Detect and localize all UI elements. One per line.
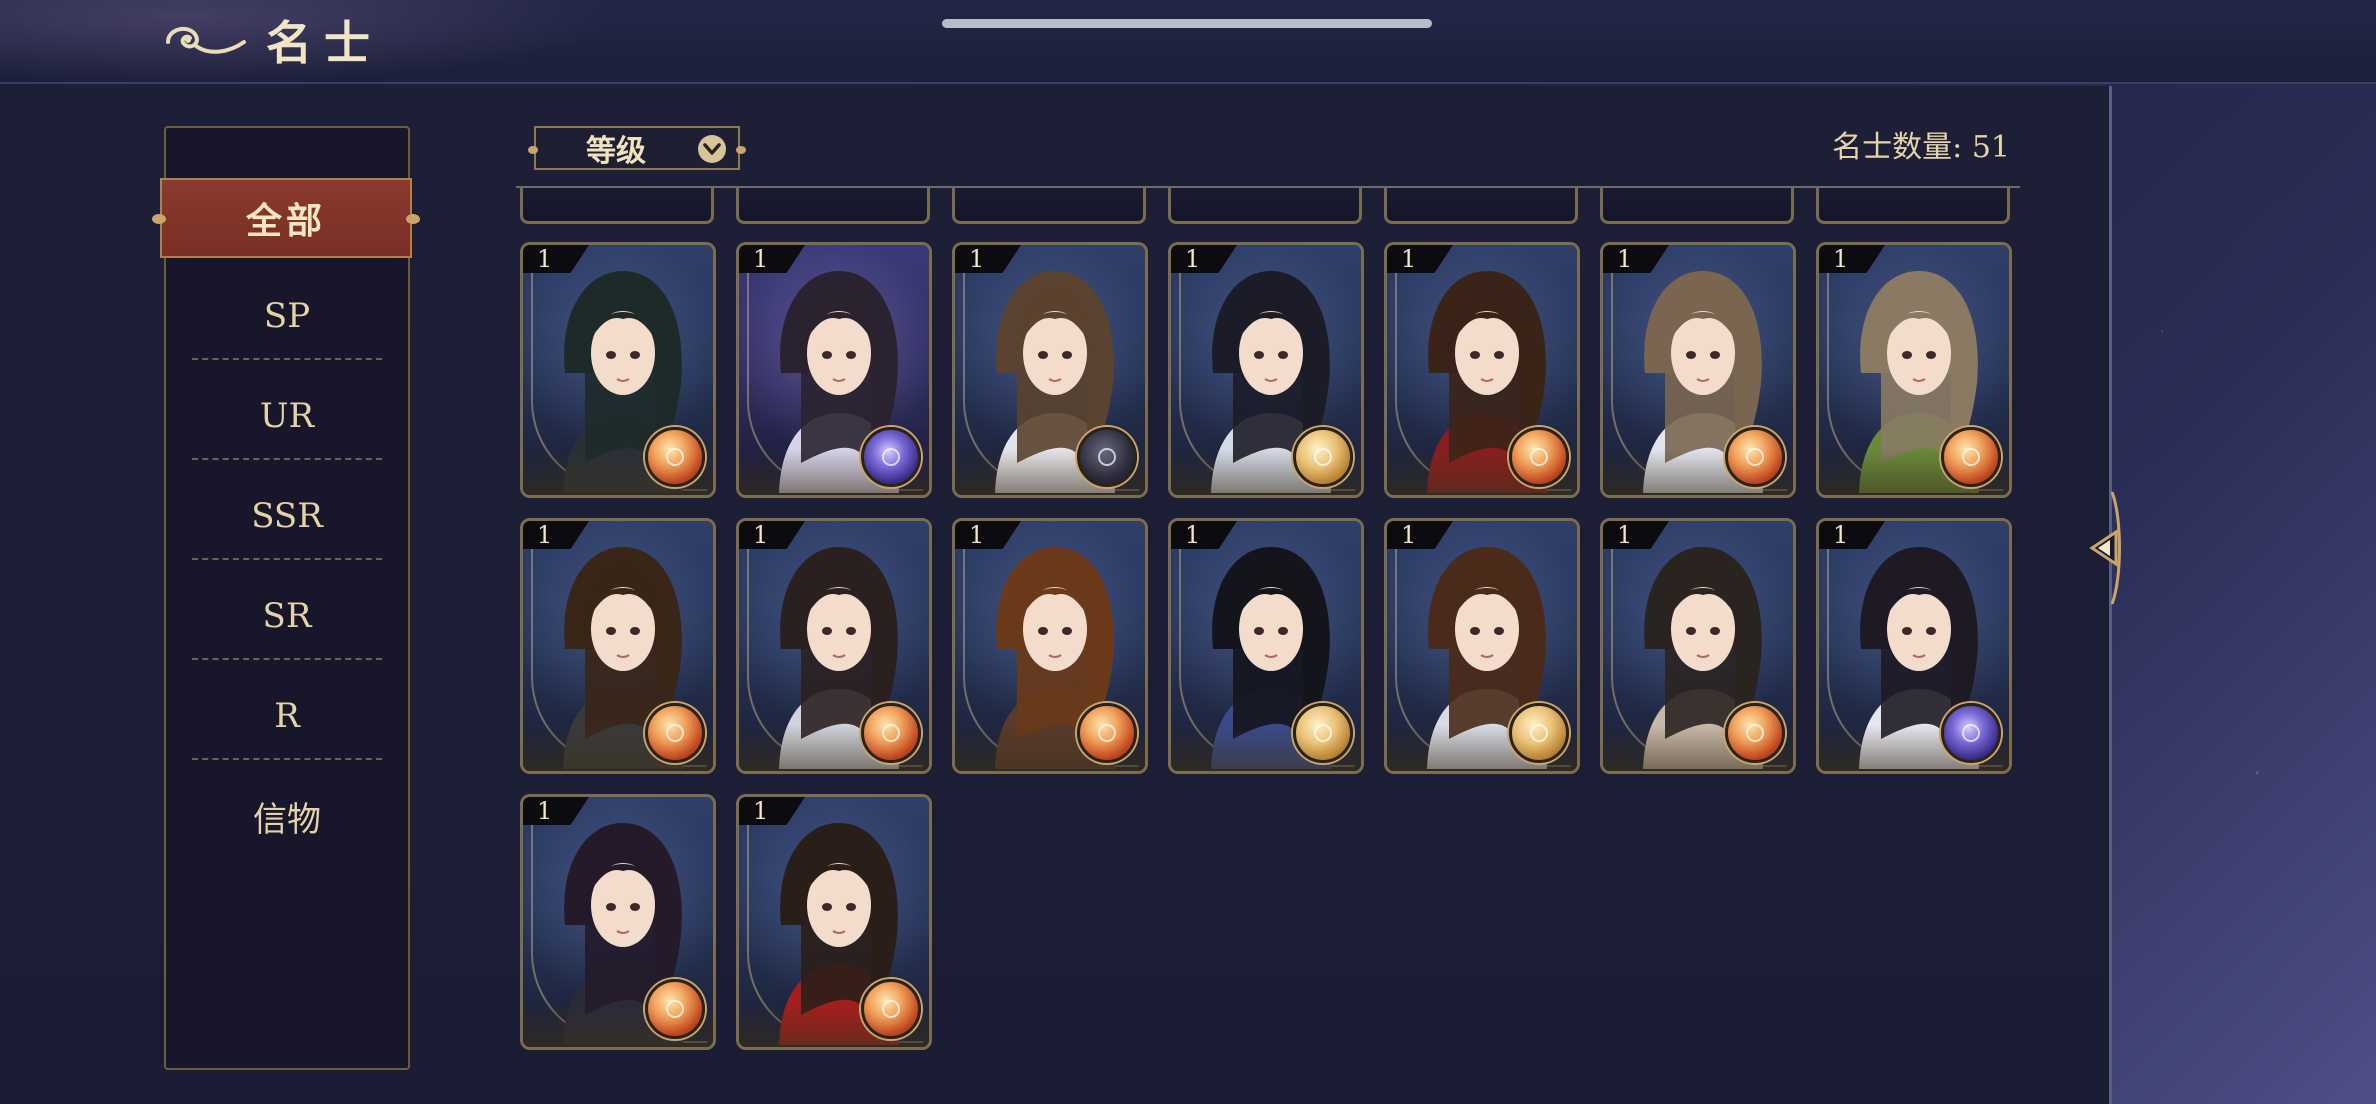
chevron-down-icon[interactable] bbox=[698, 135, 726, 163]
orb-mark bbox=[1098, 724, 1116, 742]
divider bbox=[192, 658, 382, 660]
orb-mark bbox=[1746, 724, 1764, 742]
orb-mark bbox=[666, 1000, 684, 1018]
divider bbox=[192, 458, 382, 460]
fire-element-orb-icon bbox=[1509, 427, 1569, 487]
category-r-tab[interactable]: R bbox=[192, 666, 382, 766]
fire-element-orb-icon bbox=[645, 979, 705, 1039]
category-all-tab[interactable]: 全部 bbox=[152, 178, 420, 258]
character-card-partial[interactable] bbox=[736, 188, 930, 224]
character-card[interactable]: 1 bbox=[1384, 518, 1580, 774]
fire-element-orb-icon bbox=[1725, 703, 1785, 763]
scrolled-card-row bbox=[516, 188, 2020, 224]
character-card[interactable]: 1 bbox=[520, 518, 716, 774]
orb-mark bbox=[1530, 724, 1548, 742]
character-card[interactable]: 1 bbox=[1168, 242, 1364, 498]
orb-mark bbox=[1962, 448, 1980, 466]
dark-element-orb-icon bbox=[1077, 427, 1137, 487]
orb-mark bbox=[1314, 724, 1332, 742]
orb-mark bbox=[882, 448, 900, 466]
character-card[interactable]: 1 bbox=[1600, 242, 1796, 498]
character-card[interactable]: 1 bbox=[952, 242, 1148, 498]
character-card[interactable]: 1 bbox=[1384, 242, 1580, 498]
divider bbox=[192, 358, 382, 360]
purple-element-orb-icon bbox=[861, 427, 921, 487]
gold-element-orb-icon bbox=[1293, 427, 1353, 487]
ornament bbox=[736, 146, 746, 154]
cloud-swirl-icon bbox=[166, 26, 246, 54]
character-count-label: 名士数量: 51 bbox=[1832, 130, 2010, 165]
top-bar: 名士 bbox=[0, 0, 2376, 84]
orb-mark bbox=[1962, 724, 1980, 742]
character-card[interactable]: 1 bbox=[736, 794, 932, 1050]
fire-element-orb-icon bbox=[1077, 703, 1137, 763]
character-card-partial[interactable] bbox=[1816, 188, 2010, 224]
fire-element-orb-icon bbox=[645, 427, 705, 487]
sort-dropdown[interactable]: 等级 bbox=[528, 126, 746, 170]
orb-mark bbox=[1098, 448, 1116, 466]
orb-mark bbox=[1746, 448, 1764, 466]
fire-element-orb-icon bbox=[1725, 427, 1785, 487]
character-card-partial[interactable] bbox=[520, 188, 714, 224]
character-card[interactable]: 1 bbox=[952, 518, 1148, 774]
character-card[interactable]: 1 bbox=[1816, 242, 2012, 498]
character-card[interactable]: 1 bbox=[1816, 518, 2012, 774]
title-group: 名士 bbox=[160, 8, 382, 72]
gold-element-orb-icon bbox=[1509, 703, 1569, 763]
fire-element-orb-icon bbox=[861, 703, 921, 763]
fire-element-orb-icon bbox=[645, 703, 705, 763]
character-card-partial[interactable] bbox=[1384, 188, 1578, 224]
character-card[interactable]: 1 bbox=[736, 518, 932, 774]
category-token-tab[interactable]: 信物 bbox=[192, 766, 382, 866]
ornament bbox=[528, 146, 538, 154]
category-ssr-tab[interactable]: SSR bbox=[192, 466, 382, 566]
character-card[interactable]: 1 bbox=[1600, 518, 1796, 774]
orb-mark bbox=[882, 1000, 900, 1018]
orb-mark bbox=[666, 448, 684, 466]
character-card-partial[interactable] bbox=[1600, 188, 1794, 224]
page-title: 名士 bbox=[266, 16, 382, 70]
fire-element-orb-icon bbox=[861, 979, 921, 1039]
orb-mark bbox=[666, 724, 684, 742]
character-card[interactable]: 1 bbox=[520, 794, 716, 1050]
character-card[interactable]: 1 bbox=[736, 242, 932, 498]
character-card[interactable]: 1 bbox=[1168, 518, 1364, 774]
collapse-arrow-icon[interactable] bbox=[2082, 488, 2126, 608]
fire-element-orb-icon bbox=[1941, 427, 2001, 487]
character-card-partial[interactable] bbox=[952, 188, 1146, 224]
category-sr-tab[interactable]: SR bbox=[192, 566, 382, 666]
orb-mark bbox=[882, 724, 900, 742]
orb-mark bbox=[1314, 448, 1332, 466]
character-card-partial[interactable] bbox=[1168, 188, 1362, 224]
divider bbox=[192, 558, 382, 560]
divider bbox=[192, 758, 382, 760]
orb-mark bbox=[1530, 448, 1548, 466]
gold-element-orb-icon bbox=[1293, 703, 1353, 763]
purple-element-orb-icon bbox=[1941, 703, 2001, 763]
home-indicator[interactable] bbox=[942, 19, 1432, 28]
category-ur-tab[interactable]: UR bbox=[192, 366, 382, 466]
character-card[interactable]: 1 bbox=[520, 242, 716, 498]
sort-label: 等级 bbox=[586, 134, 646, 169]
category-sp-tab[interactable]: SP bbox=[192, 266, 382, 366]
